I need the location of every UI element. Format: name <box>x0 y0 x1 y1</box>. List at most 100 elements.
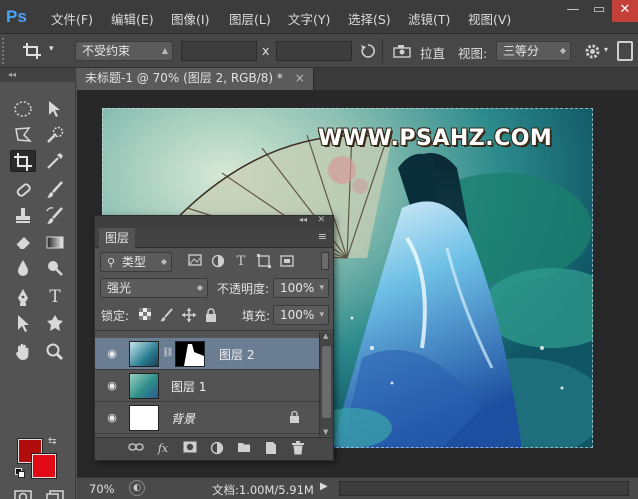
cancel-crop-icon[interactable] <box>617 41 633 61</box>
status-menu-arrow-icon[interactable]: ▶ <box>320 481 328 492</box>
eraser-tool-icon[interactable] <box>10 231 36 253</box>
filter-toggle[interactable] <box>321 252 329 270</box>
lock-transparency-icon[interactable] <box>137 308 153 324</box>
crop-width-input[interactable] <box>181 41 257 61</box>
menu-view[interactable]: 视图(V) <box>468 9 511 28</box>
add-mask-icon[interactable] <box>182 441 198 457</box>
type-tool-icon[interactable]: T <box>42 286 68 308</box>
panel-collapse-icon[interactable]: ◂◂ <box>299 215 307 224</box>
layer-row-layer2[interactable]: ◉ ⛓ 图层 2 <box>95 338 319 370</box>
filter-adjustment-icon[interactable] <box>210 254 226 270</box>
layer-name[interactable]: 图层 2 <box>219 346 254 363</box>
quick-select-tool-icon[interactable] <box>42 124 68 146</box>
custom-shape-tool-icon[interactable] <box>42 312 68 334</box>
lock-image-pixels-icon[interactable] <box>159 308 175 324</box>
swap-icon[interactable] <box>360 43 376 59</box>
trash-icon[interactable] <box>290 441 306 457</box>
panel-menu-icon[interactable]: ≡ <box>318 230 327 243</box>
filter-shape-icon[interactable] <box>256 254 272 270</box>
eye-icon[interactable]: ◉ <box>105 379 119 393</box>
hand-tool-icon[interactable] <box>10 341 36 363</box>
crop-icon[interactable] <box>22 42 44 60</box>
clone-stamp-tool-icon[interactable] <box>10 205 36 227</box>
adjustment-layer-icon[interactable] <box>209 441 225 457</box>
eye-icon[interactable]: ◉ <box>105 347 119 361</box>
overlay-view-value: 三等分 <box>503 44 540 58</box>
link-layers-icon[interactable] <box>128 441 144 457</box>
eye-icon[interactable]: ◉ <box>105 411 119 425</box>
blend-mode-value: 强光 <box>107 281 132 295</box>
pen-tool-icon[interactable] <box>10 286 36 308</box>
menu-filter[interactable]: 滤镜(T) <box>408 9 450 28</box>
new-layer-icon[interactable] <box>263 441 279 457</box>
menu-file[interactable]: 文件(F) <box>51 9 93 28</box>
menu-layer[interactable]: 图层(L) <box>229 9 271 28</box>
tool-preset-arrow-icon[interactable]: ▾ <box>49 44 54 54</box>
history-brush-tool-icon[interactable] <box>42 205 68 227</box>
filter-smart-object-icon[interactable] <box>279 254 295 270</box>
options-bar: ▾ 不受约束 ▲ x 拉直 视图: 三等分 ◆ ▾ <box>0 34 638 68</box>
zoom-tool-icon[interactable] <box>42 341 68 363</box>
path-selection-tool-icon[interactable] <box>10 312 36 334</box>
zoom-info-icon[interactable]: ◐ <box>129 480 145 496</box>
layer-row-background[interactable]: ◉ 背景 <box>95 402 319 434</box>
lock-all-icon[interactable] <box>203 308 219 324</box>
straighten-icon[interactable] <box>393 44 411 58</box>
layer-style-fx-icon[interactable]: fx <box>155 441 171 457</box>
background-color-swatch[interactable] <box>31 453 57 479</box>
opacity-input[interactable]: 100% ▾ <box>273 278 329 298</box>
zoom-level[interactable]: 70% <box>89 482 115 496</box>
document-tab[interactable]: 未标题-1 @ 70% (图层 2, RGB/8) * × <box>77 68 314 90</box>
horizontal-scrollbar[interactable] <box>339 481 629 496</box>
close-button[interactable]: ✕ <box>612 0 638 22</box>
tab-layers[interactable]: 图层 <box>99 228 136 248</box>
status-bar: 70% ◐ 文档:1.00M/5.91M ▶ <box>77 477 638 499</box>
minimize-button[interactable]: — <box>560 0 586 22</box>
menu-select[interactable]: 选择(S) <box>348 9 391 28</box>
default-colors-icon[interactable] <box>15 468 25 478</box>
close-tab-icon[interactable]: × <box>295 71 305 85</box>
dodge-tool-icon[interactable] <box>42 257 68 279</box>
crop-tool-icon[interactable] <box>10 150 36 172</box>
ratio-select[interactable]: 不受约束 ▲ <box>75 41 173 61</box>
swap-colors-icon[interactable]: ⇆ <box>48 436 56 447</box>
panel-close-icon[interactable]: ✕ <box>317 215 325 225</box>
eyedropper-tool-icon[interactable] <box>42 150 68 172</box>
layers-scrollbar[interactable]: ▲ ▼ <box>319 332 333 436</box>
marquee-tool-icon[interactable] <box>10 98 36 120</box>
straighten-label[interactable]: 拉直 <box>420 43 445 62</box>
filter-pixel-icon[interactable] <box>187 254 203 270</box>
gear-icon[interactable] <box>584 43 601 60</box>
tools-collapse-icon[interactable]: ◂◂ <box>0 68 76 82</box>
menu-image[interactable]: 图像(I) <box>171 9 209 28</box>
screen-mode-icon[interactable] <box>42 486 68 499</box>
scrollbar-thumb[interactable] <box>322 346 331 418</box>
chain-link-icon[interactable]: ⛓ <box>162 348 173 358</box>
search-icon: ⚲ <box>107 256 116 269</box>
opacity-label: 不透明度: <box>217 282 270 296</box>
lock-position-icon[interactable] <box>181 308 197 324</box>
restore-button[interactable]: ▭ <box>586 0 612 22</box>
layer-mask-thumbnail[interactable] <box>175 341 205 367</box>
fill-input[interactable]: 100% ▾ <box>273 305 329 325</box>
polygon-lasso-tool-icon[interactable] <box>10 124 36 146</box>
menu-edit[interactable]: 编辑(E) <box>111 9 154 28</box>
layer-name[interactable]: 图层 1 <box>171 378 206 395</box>
layer-filter-select[interactable]: ⚲ 类型 ◆ <box>100 252 172 272</box>
brush-tool-icon[interactable] <box>42 179 68 201</box>
filter-type-icon[interactable]: T <box>233 254 249 270</box>
new-group-folder-icon[interactable] <box>236 441 252 457</box>
layer-row-layer1[interactable]: ◉ 图层 1 <box>95 370 319 402</box>
healing-brush-tool-icon[interactable] <box>10 179 36 201</box>
menu-type[interactable]: 文字(Y) <box>288 9 330 28</box>
crop-height-input[interactable] <box>276 41 352 61</box>
layer-name[interactable]: 背景 <box>171 410 195 427</box>
blur-tool-icon[interactable] <box>10 257 36 279</box>
blend-mode-select[interactable]: 强光 ◆ <box>100 278 208 298</box>
options-divider <box>382 39 383 63</box>
gradient-tool-icon[interactable] <box>42 231 68 253</box>
overlay-view-select[interactable]: 三等分 ◆ <box>496 41 571 61</box>
quick-mask-icon[interactable] <box>10 486 36 499</box>
move-tool-icon[interactable] <box>42 98 68 120</box>
gear-dropdown-arrow-icon[interactable]: ▾ <box>604 45 608 54</box>
